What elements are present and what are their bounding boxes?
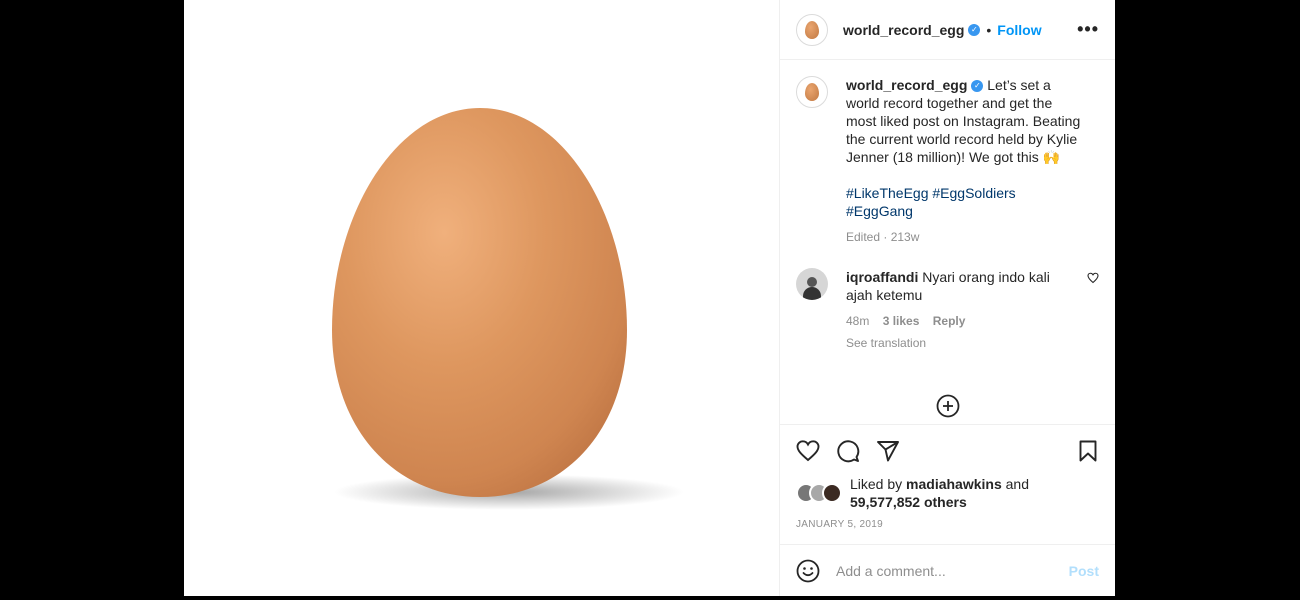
more-options-icon[interactable]: ••• (1077, 19, 1099, 40)
post-header: world_record_egg ✓ • Follow ••• (780, 0, 1115, 60)
liker-avatars[interactable] (796, 483, 850, 503)
egg-photo (332, 108, 684, 510)
follow-button[interactable]: Follow (997, 22, 1041, 38)
liked-by-and: and (1005, 476, 1029, 492)
smiley-icon[interactable] (796, 559, 820, 583)
post-date[interactable]: January 5, 2019 (796, 519, 1099, 530)
caption-username[interactable]: world_record_egg (846, 77, 967, 93)
likes-count[interactable]: 59,577,852 others (850, 494, 967, 510)
reply-button[interactable]: Reply (933, 314, 966, 328)
comment-item: iqroaffandi Nyari orang indo kali ajah k… (796, 268, 1099, 352)
commenter-avatar[interactable] (796, 268, 828, 300)
egg-avatar-icon[interactable] (796, 13, 828, 46)
comment-input[interactable] (836, 562, 1069, 579)
likes-text: Liked by madiahawkins and 59,577,852 oth… (850, 475, 1029, 511)
caption: world_record_egg ✓ Let’s set a world reco… (796, 76, 1099, 246)
like-heart-icon[interactable] (796, 439, 820, 463)
liker-avatar (822, 483, 842, 503)
liked-by-prefix: Liked by (850, 476, 903, 492)
add-comment-bar: Post (780, 544, 1115, 596)
caption-edited: Edited (846, 230, 881, 244)
verified-badge-icon: ✓ (968, 23, 981, 36)
plus-circle-icon[interactable] (936, 394, 960, 418)
comment-likes[interactable]: 3 likes (883, 314, 920, 328)
heart-outline-icon[interactable] (1087, 272, 1099, 284)
action-bar (796, 437, 1099, 465)
egg-shape (332, 108, 627, 497)
see-translation-link[interactable]: See translation (846, 334, 1078, 352)
caption-meta: Edited · 213w (846, 230, 920, 244)
caption-time[interactable]: 213w (891, 230, 920, 244)
bookmark-icon[interactable] (1077, 439, 1099, 463)
liked-by-user[interactable]: madiahawkins (906, 476, 1002, 492)
comment-username[interactable]: iqroaffandi (846, 269, 918, 285)
verified-badge-icon: ✓ (971, 80, 984, 93)
post-sidebar: world_record_egg ✓ • Follow ••• world_re… (780, 0, 1115, 596)
post-modal: world_record_egg ✓ • Follow ••• world_re… (184, 0, 1115, 596)
post-media[interactable] (184, 0, 780, 596)
post-comment-button[interactable]: Post (1069, 563, 1099, 579)
comment-time[interactable]: 48m (846, 314, 869, 328)
paper-plane-icon[interactable] (876, 439, 900, 463)
likes-summary: Liked by madiahawkins and 59,577,852 oth… (796, 475, 1099, 511)
post-actions: Liked by madiahawkins and 59,577,852 oth… (780, 424, 1115, 530)
comment-meta: 48m 3 likes Reply (846, 312, 1078, 330)
egg-avatar-icon[interactable] (796, 76, 828, 108)
header-username[interactable]: world_record_egg (843, 22, 964, 38)
comments-section[interactable]: world_record_egg ✓ Let’s set a world reco… (780, 60, 1115, 424)
comment-bubble-icon[interactable] (836, 439, 860, 463)
load-more-comments[interactable] (780, 394, 1115, 418)
header-separator: • (986, 21, 992, 38)
caption-hashtags[interactable]: #LikeTheEgg #EggSoldiers #EggGang (846, 184, 1082, 220)
